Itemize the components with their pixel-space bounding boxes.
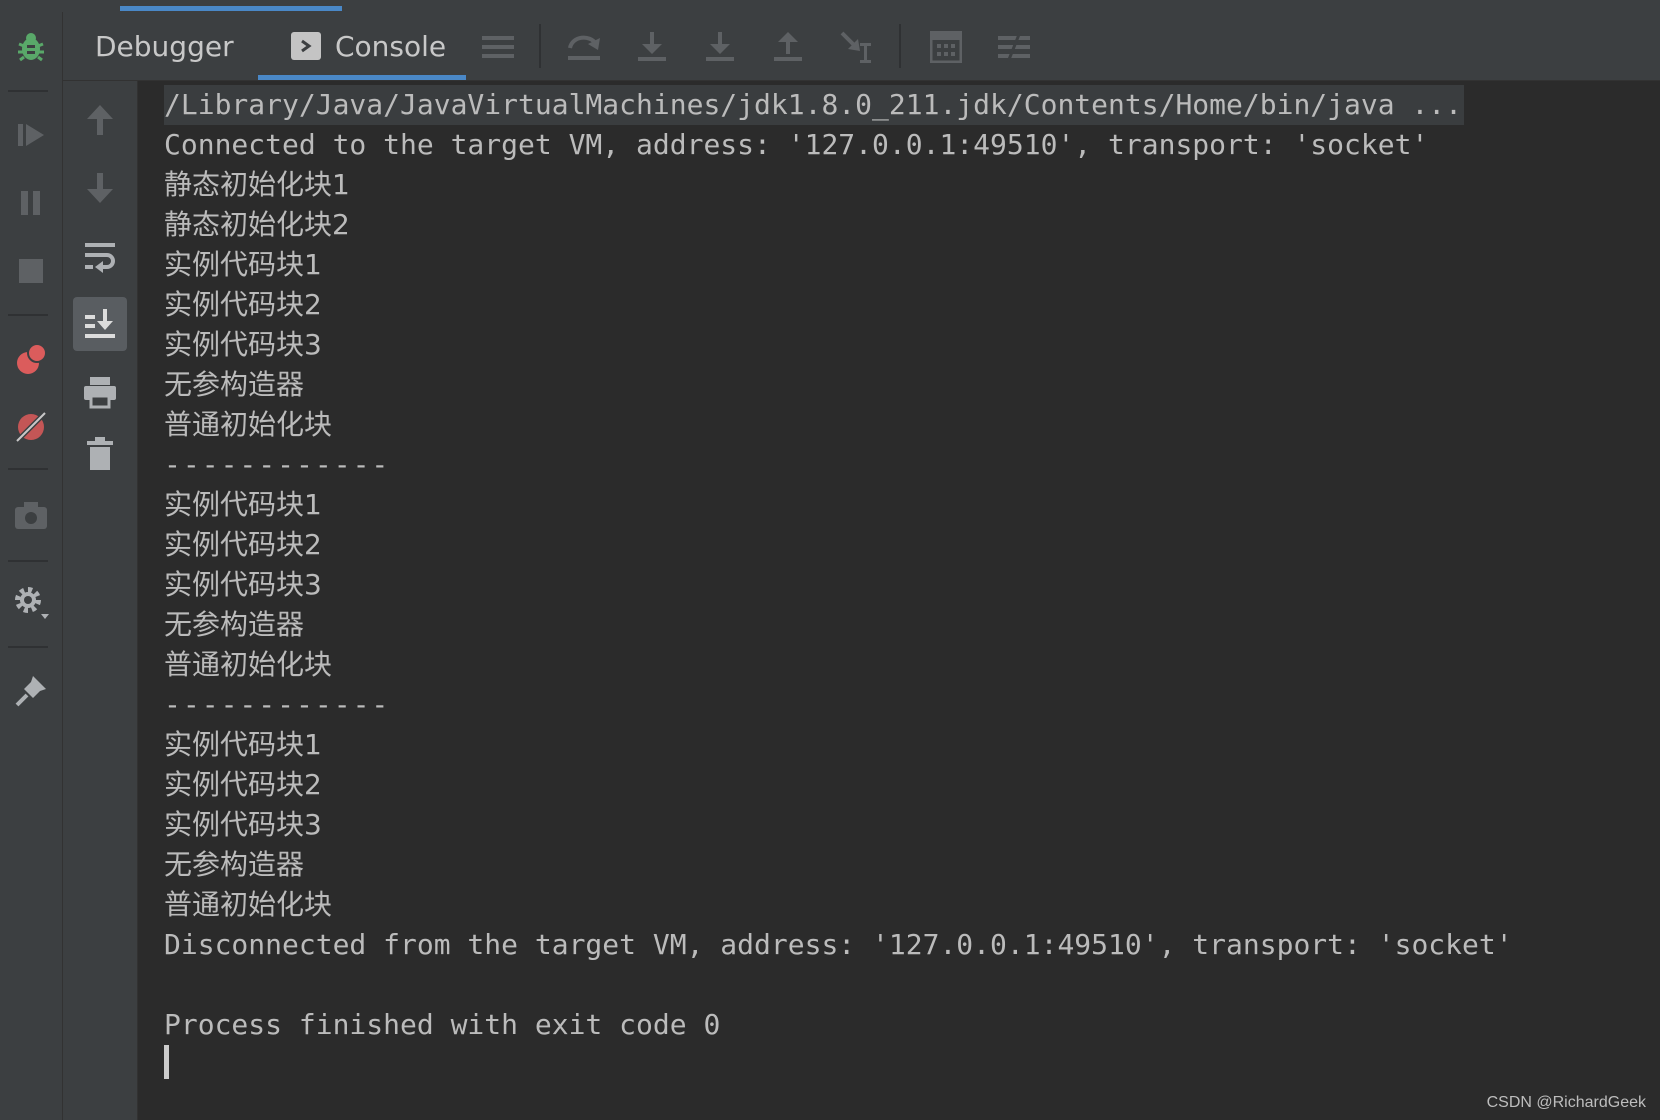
console-line: 静态初始化块2 [164, 208, 350, 241]
active-tool-indicator [120, 6, 342, 11]
console-line: 实例代码块1 [164, 488, 322, 521]
console-output[interactable]: /Library/Java/JavaVirtualMachines/jdk1.8… [138, 81, 1660, 1120]
console-line: 无参构造器 [164, 608, 305, 641]
list-icon[interactable] [477, 26, 519, 68]
console-line: 普通初始化块 [164, 648, 333, 681]
separator [539, 24, 541, 68]
console-line: 无参构造器 [164, 848, 305, 881]
console-line: 实例代码块2 [164, 288, 322, 321]
debug-left-toolbar [0, 12, 63, 1120]
watermark: CSDN @RichardGeek [1486, 1094, 1646, 1111]
scroll-to-end-icon[interactable] [73, 297, 127, 351]
stop-icon[interactable] [10, 250, 52, 292]
pause-icon[interactable] [10, 182, 52, 224]
console-lines: /Library/Java/JavaVirtualMachines/jdk1.8… [164, 85, 1513, 1045]
console-line: 普通初始化块 [164, 888, 333, 921]
debug-tab-bar: Debugger Console [63, 12, 1660, 81]
console-icon [291, 32, 321, 60]
step-into-icon[interactable] [631, 26, 673, 68]
tab-console[interactable]: Console [291, 12, 446, 80]
tab-console-label: Console [335, 29, 447, 63]
console-line: 实例代码块2 [164, 768, 322, 801]
view-breakpoints-icon[interactable] [10, 338, 52, 380]
trace-icon[interactable] [993, 26, 1035, 68]
window-top-strip [0, 0, 1660, 12]
console-line: ------------ [164, 448, 391, 481]
force-step-into-icon[interactable] [699, 26, 741, 68]
separator [8, 646, 48, 648]
resume-icon[interactable] [10, 114, 52, 156]
trash-icon[interactable] [73, 427, 127, 481]
settings-icon[interactable] [10, 582, 52, 624]
run-to-cursor-icon[interactable] [835, 26, 877, 68]
console-line: Process finished with exit code 0 [164, 1008, 721, 1041]
separator [8, 468, 48, 470]
text-cursor [164, 1045, 169, 1079]
console-line: 无参构造器 [164, 368, 305, 401]
console-line: /Library/Java/JavaVirtualMachines/jdk1.8… [164, 85, 1465, 125]
evaluate-expression-icon[interactable] [925, 26, 967, 68]
arrow-down-icon[interactable] [73, 161, 127, 215]
console-side-toolbar [63, 81, 138, 1120]
active-tab-underline [258, 75, 466, 80]
pin-icon[interactable] [10, 670, 52, 712]
step-over-icon[interactable] [563, 26, 605, 68]
separator [8, 90, 48, 92]
console-line: 实例代码块1 [164, 728, 322, 761]
console-line: 实例代码块2 [164, 528, 322, 561]
mute-breakpoints-icon[interactable] [10, 406, 52, 448]
print-icon[interactable] [73, 365, 127, 419]
separator [8, 314, 48, 316]
console-line: ------------ [164, 688, 391, 721]
separator [8, 560, 48, 562]
bug-icon[interactable] [10, 26, 52, 68]
step-out-icon[interactable] [767, 26, 809, 68]
console-line: Disconnected from the target VM, address… [164, 928, 1513, 961]
console-line: 实例代码块3 [164, 808, 322, 841]
separator [899, 24, 901, 68]
console-line: 实例代码块3 [164, 568, 322, 601]
console-line: 实例代码块1 [164, 248, 322, 281]
console-line: 实例代码块3 [164, 328, 322, 361]
soft-wrap-icon[interactable] [73, 229, 127, 283]
arrow-up-icon[interactable] [73, 93, 127, 147]
console-line: Connected to the target VM, address: '12… [164, 128, 1429, 161]
tab-debugger[interactable]: Debugger [95, 12, 234, 80]
console-line: 静态初始化块1 [164, 168, 350, 201]
camera-icon[interactable] [10, 494, 52, 536]
tab-debugger-label: Debugger [95, 29, 234, 63]
console-line: 普通初始化块 [164, 408, 333, 441]
